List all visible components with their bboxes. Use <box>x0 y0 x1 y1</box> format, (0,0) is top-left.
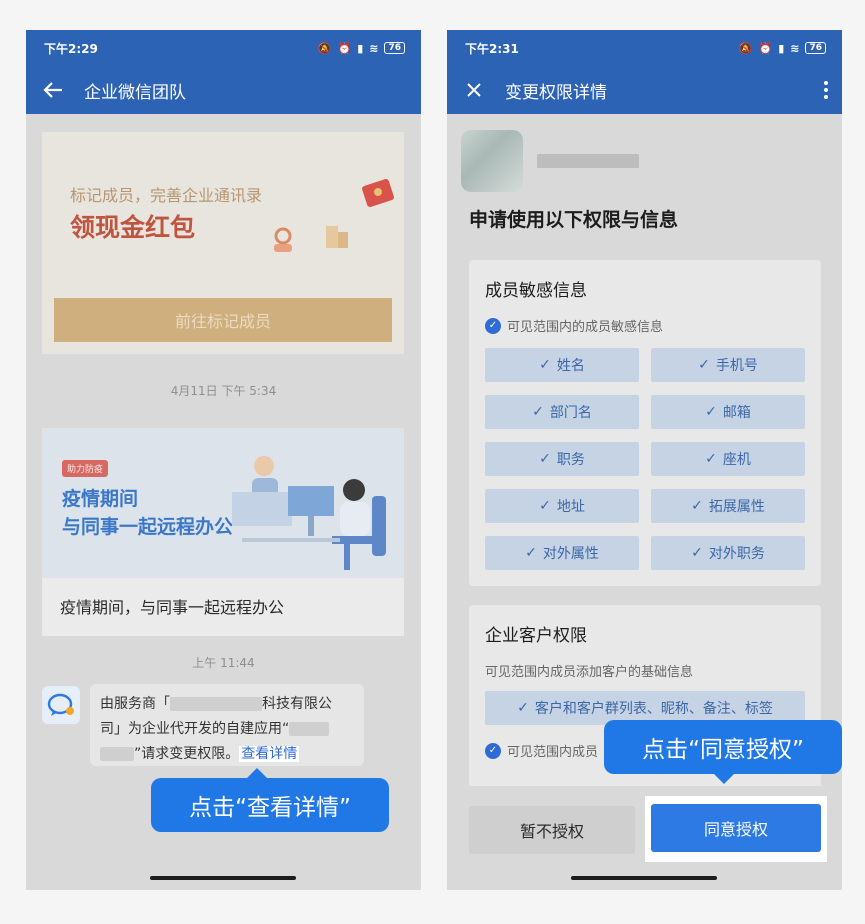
check-icon: ✓ <box>539 498 551 514</box>
status-icons: 🔕 ⏰ ▮ ≋ 76 <box>318 42 405 55</box>
person-icon <box>274 227 292 252</box>
right-phone-screen: 下午2:31 🔕 ⏰ ▮ ≋ 76 变更权限详情 申请使用以下权限与信息 成员敏… <box>447 30 842 890</box>
permission-chip: ✓ 部门名 <box>485 395 639 429</box>
article-tag: 助力防疫 <box>62 460 109 477</box>
accept-button[interactable]: 同意授权 <box>651 804 821 852</box>
home-indicator <box>571 876 717 880</box>
check-icon: ✓ <box>517 700 529 716</box>
timestamp: 4月11日 下午 5:34 <box>170 384 277 398</box>
section-desc: 可见范围内成员添加客户的基础信息 <box>485 665 694 680</box>
mute-icon: 🔕 <box>317 41 332 55</box>
article-caption: 疫情期间，与同事一起远程办公 <box>60 598 285 617</box>
mark-members-button[interactable]: 前往标记成员 <box>54 298 392 342</box>
view-details-link[interactable]: 查看详情 <box>239 746 300 762</box>
service-avatar[interactable] <box>42 686 80 724</box>
message-text-4: ”请求变更权限。 <box>134 746 240 762</box>
status-time: 下午2:31 <box>465 41 519 56</box>
check-icon: ✓ <box>698 357 710 373</box>
permission-chip: ✓ 职务 <box>485 442 639 476</box>
battery-icon: 76 <box>805 42 826 54</box>
timestamp: 上午 11:44 <box>192 656 255 670</box>
permission-chip: ✓ 姓名 <box>485 348 639 382</box>
check-icon: ✓ <box>705 404 717 420</box>
wifi-icon: ≋ <box>790 41 800 55</box>
left-phone-screen: 下午2:29 🔕 ⏰ ▮ ≋ 76 企业微信团队 标记成员，完善企业通讯录 领现… <box>26 30 421 890</box>
signal-icon: ▮ <box>778 41 785 55</box>
status-icons: 🔕 ⏰ ▮ ≋ 76 <box>739 42 826 55</box>
check-icon: ✓ <box>525 545 537 561</box>
tip-callout: 点击“同意授权” <box>604 720 842 784</box>
permission-chip: ✓ 座机 <box>651 442 805 476</box>
close-icon[interactable] <box>461 77 487 103</box>
promo-subtitle: 标记成员，完善企业通讯录 <box>70 186 263 205</box>
redacted-text <box>289 722 330 736</box>
app-avatar <box>461 130 523 192</box>
article-headline-2: 与同事一起远程办公 <box>62 516 234 538</box>
mute-icon: 🔕 <box>738 41 753 55</box>
redacted-text <box>170 697 262 711</box>
red-envelope-icon <box>362 178 394 208</box>
member-sensitive-info-section: 成员敏感信息 ✓ 可见范围内的成员敏感信息 ✓ 姓名 ✓ 手机号 ✓ 部门名 ✓ 邮箱 … <box>469 260 821 586</box>
permission-chip: ✓ 拓展属性 <box>651 489 805 523</box>
alarm-icon: ⏰ <box>337 41 352 55</box>
message-text-1: 由服务商「 <box>100 696 170 712</box>
page-title: 企业微信团队 <box>84 82 186 103</box>
alarm-icon: ⏰ <box>758 41 773 55</box>
more-menu-icon[interactable] <box>824 81 828 99</box>
message-bubble: 由服务商「 科技有限公 司」为企业代开发的自建应用“ ”请求变更权限。 查看详情 <box>90 684 364 766</box>
check-icon: ✓ <box>532 404 544 420</box>
permission-chip: ✓ 手机号 <box>651 348 805 382</box>
signal-icon: ▮ <box>357 41 364 55</box>
section-desc-text: 可见范围内的成员敏感信息 <box>507 320 664 335</box>
section-title: 企业客户权限 <box>485 626 587 646</box>
wifi-icon: ≋ <box>369 41 379 55</box>
article-banner: 助力防疫 疫情期间 与同事一起远程办公 <box>42 428 404 578</box>
check-icon: ✓ <box>691 545 703 561</box>
promo-headline: 领现金红包 <box>70 213 196 242</box>
status-bar: 下午2:29 🔕 ⏰ ▮ ≋ 76 <box>26 30 421 66</box>
permission-chip: ✓ 地址 <box>485 489 639 523</box>
redacted-app-name <box>537 154 639 168</box>
permission-chip: ✓ 邮箱 <box>651 395 805 429</box>
check-circle-icon[interactable]: ✓ <box>485 317 501 334</box>
battery-icon: 76 <box>384 42 405 54</box>
tip-callout: 点击“查看详情” <box>151 768 389 832</box>
accept-highlight-frame: 同意授权 <box>645 796 827 862</box>
title-bar: 企业微信团队 <box>26 66 421 114</box>
section-title: 成员敏感信息 <box>485 281 587 301</box>
article-headline-1: 疫情期间 <box>62 488 139 510</box>
permissions-heading: 申请使用以下权限与信息 <box>469 209 679 231</box>
page-title: 变更权限详情 <box>505 82 607 103</box>
permission-chip: ✓ 对外职务 <box>651 536 805 570</box>
status-time: 下午2:29 <box>44 41 98 56</box>
back-arrow-icon[interactable] <box>40 77 66 103</box>
home-indicator <box>150 876 296 880</box>
redacted-text <box>100 747 134 761</box>
remote-work-illustration <box>232 456 386 570</box>
decline-button[interactable]: 暂不授权 <box>469 806 635 854</box>
check-icon: ✓ <box>539 451 551 467</box>
check-circle-icon[interactable]: ✓ <box>485 742 501 759</box>
section-desc: ✓ 可见范围内成员 <box>485 741 598 760</box>
bottom-action-bar: 暂不授权 同意授权 <box>447 786 842 890</box>
customer-permission-section: 企业客户权限 可见范围内成员添加客户的基础信息 ✓ 客户和客户群列表、昵称、备注、… <box>469 605 821 805</box>
chat-bubble-icon <box>47 693 74 716</box>
check-icon: ✓ <box>691 498 703 514</box>
permission-chip: ✓ 对外属性 <box>485 536 639 570</box>
title-bar: 变更权限详情 <box>447 66 842 114</box>
section-desc-text: 可见范围内成员 <box>507 745 599 760</box>
check-icon: ✓ <box>705 451 717 467</box>
status-bar: 下午2:31 🔕 ⏰ ▮ ≋ 76 <box>447 30 842 66</box>
message-text-2: 科技有限公 <box>262 696 332 712</box>
building-icon <box>326 226 348 248</box>
message-text-3: 司」为企业代开发的自建应用“ <box>100 721 290 737</box>
article-card[interactable]: 助力防疫 疫情期间 与同事一起远程办公 疫情期间，与同事一起远程办公 <box>42 428 404 636</box>
check-icon: ✓ <box>539 357 551 373</box>
promo-card[interactable]: 标记成员，完善企业通讯录 领现金红包 前往标记成员 <box>42 132 404 354</box>
section-desc: ✓ 可见范围内的成员敏感信息 <box>485 316 663 335</box>
